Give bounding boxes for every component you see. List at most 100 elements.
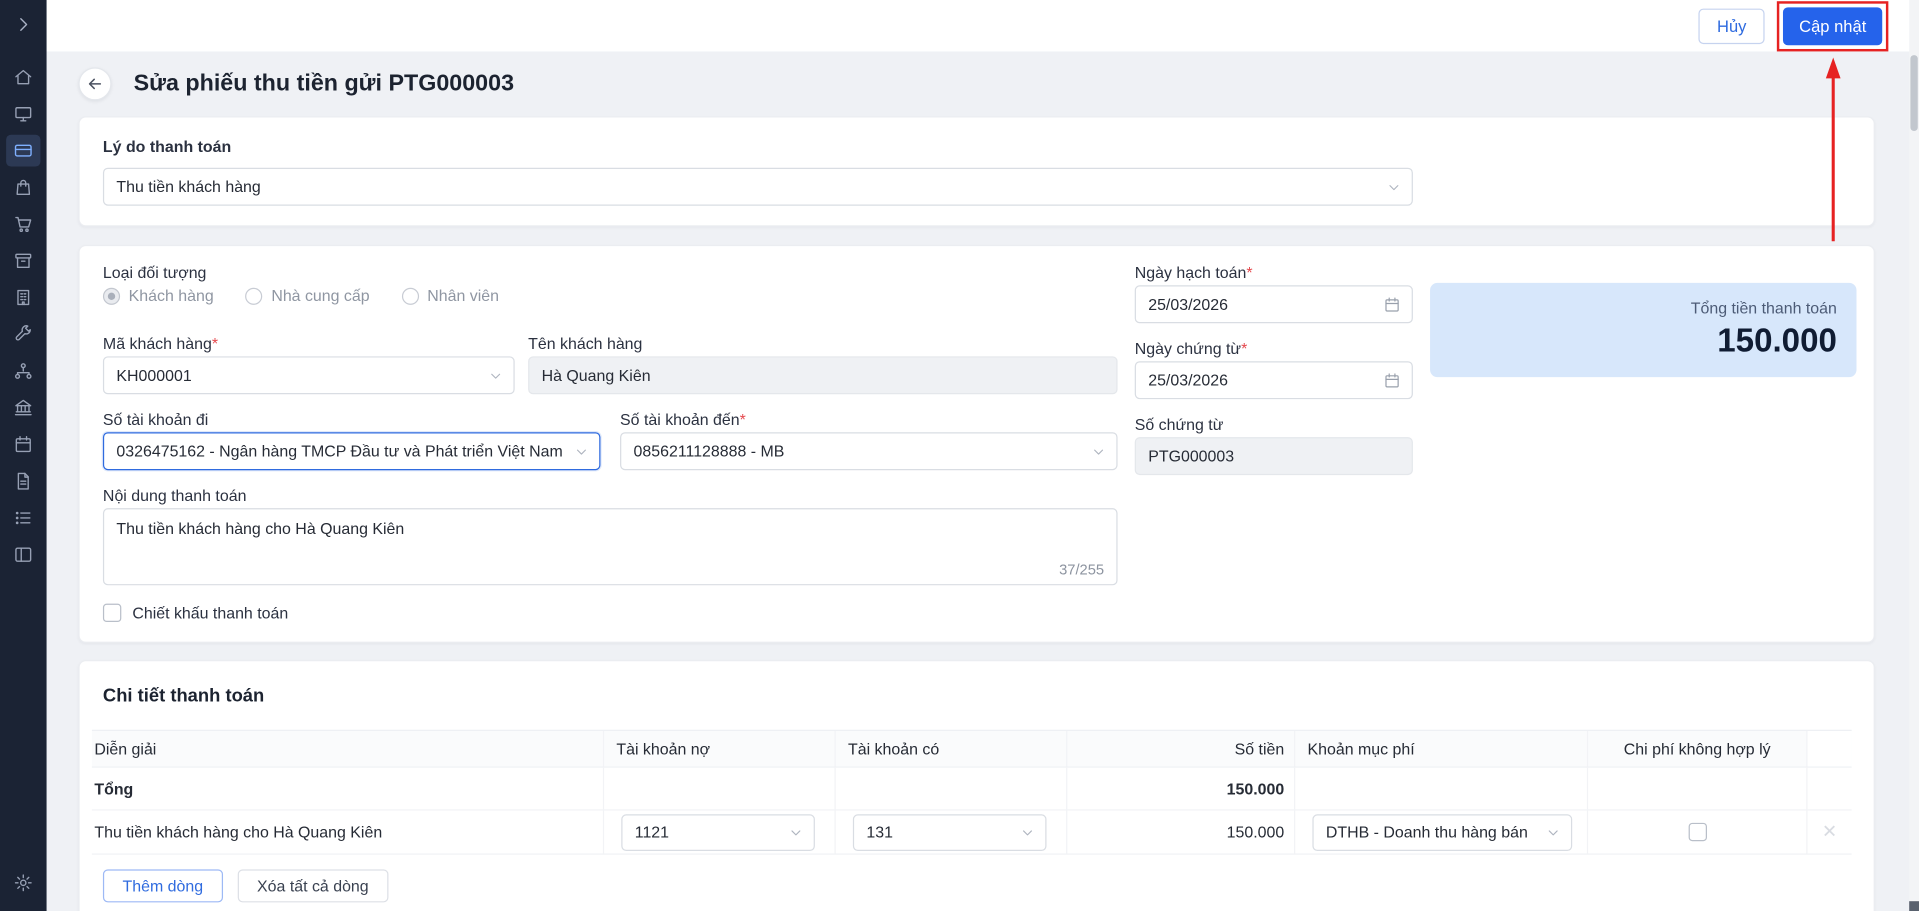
payment-content-value: Thu tiền khách hàng cho Hà Quang Kiên — [116, 519, 1104, 537]
debit-account-select[interactable]: 1121 — [621, 814, 815, 851]
header-fee-item: Khoản mục phí — [1295, 731, 1588, 767]
radio-customer[interactable]: Khách hàng — [103, 287, 214, 305]
chevron-down-icon — [489, 369, 502, 382]
credit-card-icon — [13, 141, 33, 161]
payment-details-table: Diễn giải Tài khoản nợ Tài khoản có Số t… — [92, 730, 1852, 855]
account-from-select[interactable]: 0326475162 - Ngân hàng TMCP Đầu tư và Ph… — [103, 432, 601, 470]
account-to-select[interactable]: 0856211128888 - MB — [620, 432, 1118, 470]
row-description: Thu tiền khách hàng cho Hà Quang Kiên — [92, 811, 604, 854]
account-to-label: Số tài khoản đến* — [620, 410, 746, 428]
sidebar-item-inventory[interactable] — [6, 245, 40, 277]
sidebar — [0, 0, 47, 911]
sidebar-item-tools[interactable] — [6, 318, 40, 350]
sidebar-item-sales[interactable] — [6, 208, 40, 240]
calendar-icon — [13, 435, 33, 455]
radio-unchecked-icon — [246, 287, 263, 304]
checkbox-icon — [103, 604, 121, 622]
voucher-date-label: Ngày chứng từ* — [1135, 339, 1248, 357]
invalid-cost-checkbox[interactable] — [1688, 823, 1706, 841]
sidebar-item-lists[interactable] — [6, 502, 40, 534]
scrollbar — [1909, 0, 1919, 911]
shopping-cart-icon — [13, 214, 33, 234]
chevron-down-icon — [1021, 825, 1034, 838]
org-chart-icon — [13, 361, 33, 381]
table-total-row: Tổng 150.000 — [92, 768, 1852, 811]
table-header-row: Diễn giải Tài khoản nợ Tài khoản có Số t… — [92, 730, 1852, 768]
home-icon — [13, 67, 33, 87]
fee-item-select[interactable]: DTHB - Doanh thu hàng bán — [1312, 814, 1572, 851]
credit-account-select[interactable]: 131 — [853, 814, 1047, 851]
title-row: Sửa phiếu thu tiền gửi PTG000003 — [78, 67, 514, 100]
display-icon — [13, 104, 33, 124]
arrow-left-icon — [86, 75, 104, 93]
radio-supplier[interactable]: Nhà cung cấp — [246, 287, 370, 305]
char-counter: 37/255 — [1059, 561, 1104, 578]
header-description: Diễn giải — [92, 731, 604, 767]
panel-icon — [13, 545, 33, 565]
sidebar-item-company[interactable] — [6, 282, 40, 314]
customer-name-input: Hà Quang Kiên — [528, 356, 1117, 394]
accounting-date-input[interactable]: 25/03/2026 — [1135, 285, 1413, 323]
back-button[interactable] — [78, 67, 111, 100]
update-button-wrap: Cập nhật — [1783, 7, 1882, 45]
voucher-number-label: Số chứng từ — [1135, 415, 1224, 433]
sidebar-item-home[interactable] — [6, 61, 40, 93]
cancel-button[interactable]: Hủy — [1699, 8, 1765, 44]
total-amount-panel: Tổng tiền thanh toán 150.000 — [1430, 283, 1856, 377]
sidebar-item-organization[interactable] — [6, 355, 40, 387]
header-invalid-cost: Chi phí không hợp lý — [1588, 731, 1807, 767]
customer-name-label: Tên khách hàng — [528, 334, 642, 352]
radio-unchecked-icon — [401, 287, 418, 304]
chevron-down-icon — [789, 825, 802, 838]
sidebar-item-reports[interactable] — [6, 539, 40, 571]
voucher-number-input: PTG000003 — [1135, 437, 1413, 475]
sidebar-item-settings[interactable] — [6, 867, 40, 899]
scrollbar-corner — [1909, 901, 1919, 911]
table-actions: Thêm dòng Xóa tất cả dòng — [103, 869, 388, 902]
app: Hủy Cập nhật Sửa phiếu thu tiền gửi PTG0… — [0, 0, 1919, 911]
list-icon — [13, 508, 33, 528]
scrollbar-thumb[interactable] — [1910, 55, 1917, 131]
sidebar-nav — [6, 61, 40, 570]
sidebar-expand-button[interactable] — [6, 10, 40, 39]
payment-content-textarea[interactable]: Thu tiền khách hàng cho Hà Quang Kiên 37… — [103, 508, 1118, 585]
header-actions — [1807, 731, 1851, 767]
customer-code-label: Mã khách hàng* — [103, 334, 218, 352]
gear-icon — [13, 873, 33, 893]
bank-icon — [13, 398, 33, 418]
sidebar-item-calendar[interactable] — [6, 429, 40, 461]
chevron-right-icon — [13, 15, 33, 35]
customer-code-select[interactable]: KH000001 — [103, 356, 515, 394]
chevron-down-icon — [1092, 444, 1105, 457]
calendar-icon — [1383, 296, 1400, 313]
update-button[interactable]: Cập nhật — [1783, 7, 1882, 45]
chevron-down-icon — [1546, 825, 1559, 838]
document-icon — [13, 471, 33, 491]
payment-details-title: Chi tiết thanh toán — [103, 686, 264, 707]
topbar: Hủy Cập nhật — [47, 0, 1919, 51]
payment-reason-label: Lý do thanh toán — [103, 137, 231, 155]
payment-details-card: Chi tiết thanh toán Diễn giải Tài khoản … — [78, 660, 1874, 911]
accounting-date-label: Ngày hạch toán* — [1135, 263, 1253, 281]
table-row: Thu tiền khách hàng cho Hà Quang Kiên 11… — [92, 811, 1852, 855]
discount-checkbox-row[interactable]: Chiết khấu thanh toán — [103, 604, 288, 622]
sidebar-item-bank[interactable] — [6, 392, 40, 424]
delete-row-icon[interactable]: ✕ — [1822, 823, 1837, 841]
archive-icon — [13, 251, 33, 271]
payment-reason-select[interactable]: Thu tiền khách hàng — [103, 168, 1413, 206]
clear-all-rows-button[interactable]: Xóa tất cả dòng — [237, 869, 388, 902]
sidebar-item-payments[interactable] — [6, 135, 40, 167]
voucher-info-card: Loại đối tượng Khách hàng Nhà cung cấp N… — [78, 245, 1874, 643]
voucher-date-input[interactable]: 25/03/2026 — [1135, 361, 1413, 399]
sidebar-item-display[interactable] — [6, 98, 40, 130]
main-content: Sửa phiếu thu tiền gửi PTG000003 Lý do t… — [47, 51, 1919, 911]
header-credit-account: Tài khoản có — [836, 731, 1068, 767]
total-label: Tổng — [92, 768, 604, 810]
add-row-button[interactable]: Thêm dòng — [103, 869, 223, 902]
object-type-label: Loại đối tượng — [103, 263, 206, 281]
radio-employee[interactable]: Nhân viên — [401, 287, 498, 305]
sidebar-item-documents[interactable] — [6, 465, 40, 497]
chevron-down-icon — [575, 444, 588, 457]
sidebar-item-purchases[interactable] — [6, 171, 40, 203]
wrench-icon — [13, 324, 33, 344]
